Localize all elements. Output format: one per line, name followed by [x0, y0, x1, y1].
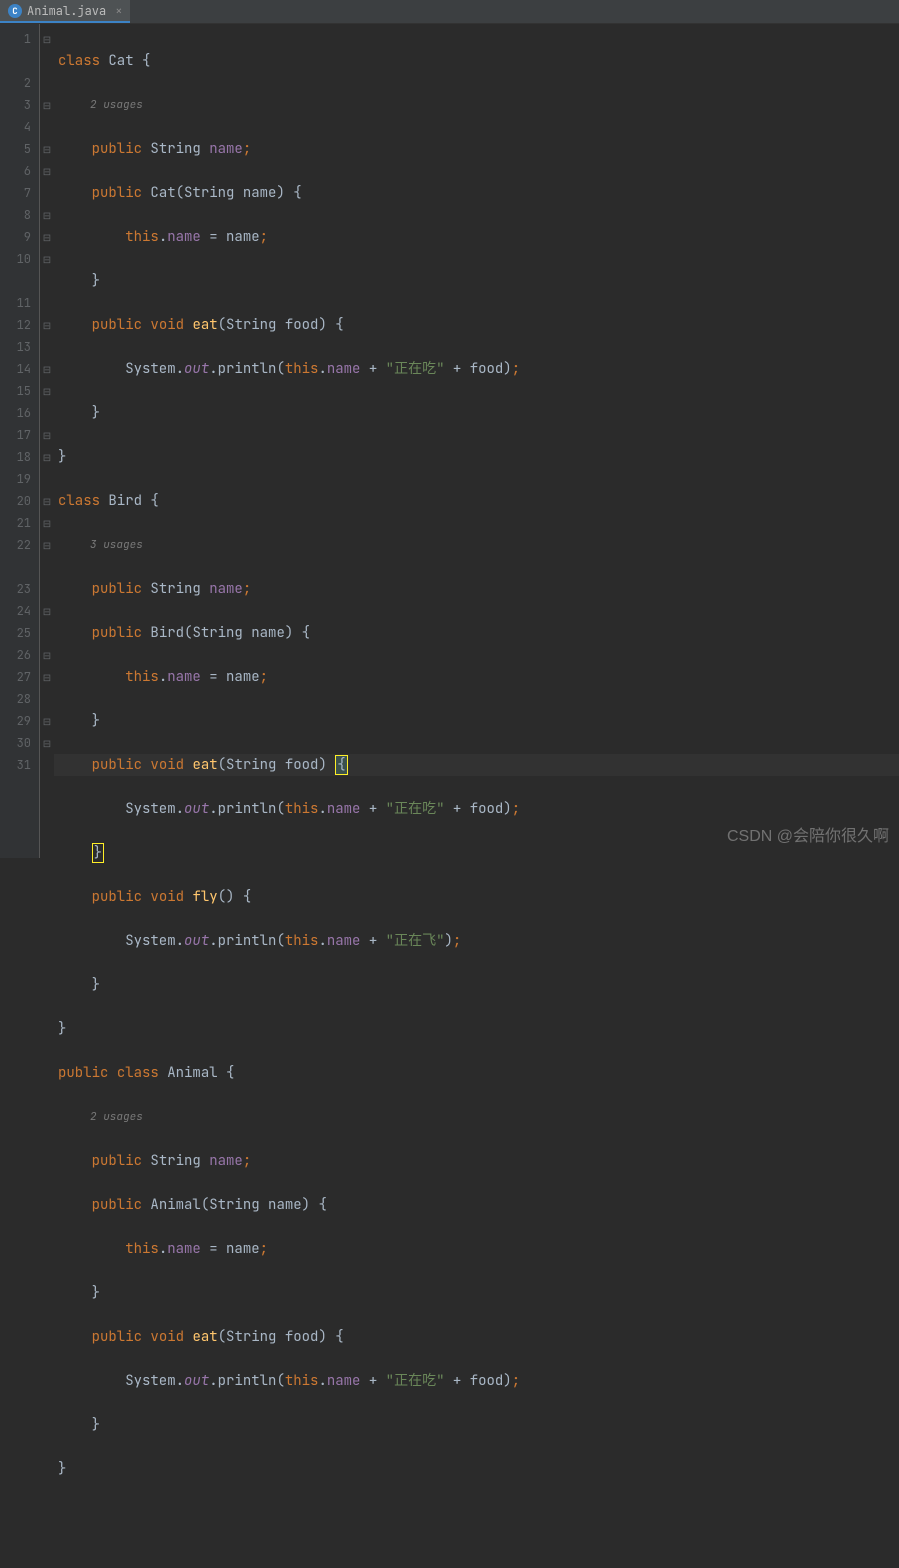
method: eat — [192, 316, 217, 334]
line-number: 29 — [0, 710, 31, 732]
line-number: 4 — [0, 116, 31, 138]
class-file-icon: C — [8, 4, 22, 18]
fold-icon[interactable]: ⊟ — [40, 358, 54, 380]
fold-icon[interactable]: ⊟ — [40, 446, 54, 468]
type: String — [150, 140, 200, 158]
line-number: 19 — [0, 468, 31, 490]
keyword: public — [92, 184, 142, 202]
line-number: 7 — [0, 182, 31, 204]
fold-icon[interactable]: ⊟ — [40, 732, 54, 754]
line-number: 2 — [0, 72, 31, 94]
brace: { — [142, 52, 150, 70]
line-number: 31 — [0, 754, 31, 776]
line-number: 20 — [0, 490, 31, 512]
editor-area[interactable]: 1 2 3 4 5 6 7 8 9 10 11 12 13 14 15 16 1… — [0, 24, 899, 858]
line-number: 3 — [0, 94, 31, 116]
fold-icon[interactable]: ⊟ — [40, 424, 54, 446]
watermark-text: CSDN @会陪你很久啊 — [727, 822, 889, 846]
class-name: Cat — [108, 52, 133, 70]
fold-icon[interactable]: ⊟ — [40, 204, 54, 226]
fold-icon[interactable]: ⊟ — [40, 490, 54, 512]
line-number: 17 — [0, 424, 31, 446]
line-number: 13 — [0, 336, 31, 358]
usages-hint[interactable]: 2 usages — [54, 1106, 899, 1128]
line-number: 28 — [0, 688, 31, 710]
usages-hint[interactable]: 3 usages — [54, 534, 899, 556]
matched-brace: { — [335, 755, 347, 775]
line-number: 24 — [0, 600, 31, 622]
line-number: 18 — [0, 446, 31, 468]
line-number: 9 — [0, 226, 31, 248]
fold-icon[interactable]: ⊟ — [40, 226, 54, 248]
line-number: 10 — [0, 248, 31, 270]
code-content[interactable]: class Cat { 2 usages public String name;… — [54, 24, 899, 858]
keyword: public — [92, 140, 142, 158]
line-number: 30 — [0, 732, 31, 754]
line-number: 21 — [0, 512, 31, 534]
line-number: 25 — [0, 622, 31, 644]
close-icon[interactable]: × — [115, 3, 122, 19]
fold-icon[interactable]: ⊟ — [40, 534, 54, 556]
line-number: 22 — [0, 534, 31, 556]
fold-gutter: ⊟ ⊟ ⊟ ⊟ ⊟ ⊟ ⊟ ⊟ ⊟ ⊟ ⊟ ⊟ ⊟ ⊟ ⊟ ⊟ ⊟ ⊟ ⊟ ⊟ — [40, 24, 54, 858]
fold-icon[interactable]: ⊟ — [40, 512, 54, 534]
fold-icon[interactable]: ⊟ — [40, 314, 54, 336]
line-number: 12 — [0, 314, 31, 336]
fold-icon[interactable]: ⊟ — [40, 28, 54, 50]
current-line: public void eat(String food) { — [54, 754, 899, 776]
fold-icon[interactable]: ⊟ — [40, 160, 54, 182]
line-number: 5 — [0, 138, 31, 160]
matched-brace: } — [92, 843, 104, 863]
ctor: Cat — [150, 184, 175, 202]
fold-icon[interactable]: ⊟ — [40, 600, 54, 622]
line-number: 11 — [0, 292, 31, 314]
fold-icon[interactable]: ⊟ — [40, 666, 54, 688]
line-number: 6 — [0, 160, 31, 182]
tab-filename: Animal.java — [27, 3, 106, 19]
line-number: 16 — [0, 402, 31, 424]
fold-icon[interactable]: ⊟ — [40, 94, 54, 116]
line-number: 26 — [0, 644, 31, 666]
line-number: 15 — [0, 380, 31, 402]
line-number: 1 — [0, 28, 31, 50]
line-number: 14 — [0, 358, 31, 380]
fold-icon[interactable]: ⊟ — [40, 644, 54, 666]
fold-icon[interactable]: ⊟ — [40, 138, 54, 160]
line-number-gutter: 1 2 3 4 5 6 7 8 9 10 11 12 13 14 15 16 1… — [0, 24, 40, 858]
line-number: 23 — [0, 578, 31, 600]
semi: ; — [243, 140, 251, 158]
usages-hint[interactable]: 2 usages — [54, 94, 899, 116]
line-number: 8 — [0, 204, 31, 226]
tab-bar: C Animal.java × — [0, 0, 899, 24]
editor-tab[interactable]: C Animal.java × — [0, 0, 130, 23]
fold-icon[interactable]: ⊟ — [40, 710, 54, 732]
field: name — [209, 140, 243, 158]
fold-icon[interactable]: ⊟ — [40, 380, 54, 402]
line-number: 27 — [0, 666, 31, 688]
fold-icon[interactable]: ⊟ — [40, 248, 54, 270]
keyword: class — [58, 52, 100, 70]
